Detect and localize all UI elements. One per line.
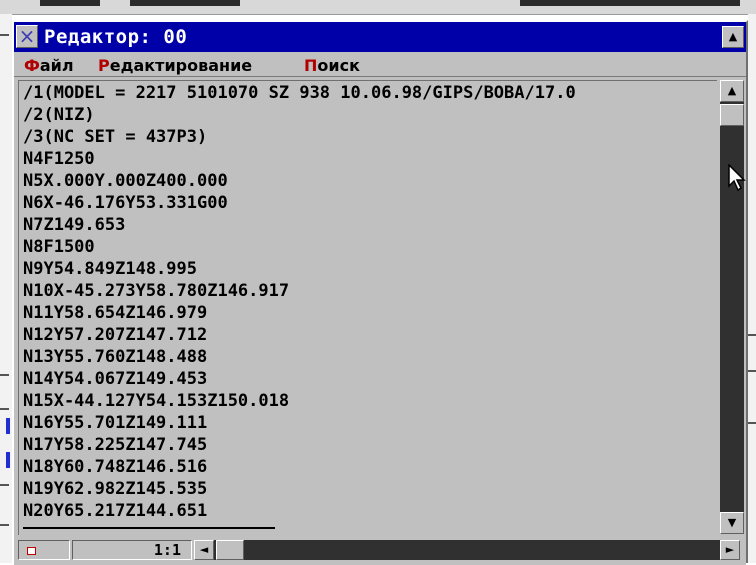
background-tick xyxy=(0,408,9,410)
code-line: N19Y62.982Z145.535 xyxy=(23,479,208,499)
background-window-strip xyxy=(0,0,756,15)
background-fragment xyxy=(520,0,740,6)
menu-edit[interactable]: Редактирование xyxy=(98,56,252,75)
mouse-pointer-icon xyxy=(728,164,746,192)
code-line: N10X-45.273Y58.780Z146.917 xyxy=(23,281,290,301)
editor-window: × Редактор: 00 ▲ Файл Редактирование Пои… xyxy=(12,20,748,565)
menu-search-hotkey: П xyxy=(304,56,318,75)
background-tick xyxy=(748,422,756,424)
menu-edit-hotkey: Р xyxy=(98,56,110,75)
code-line: /3(NC SET = 437P3) xyxy=(23,127,208,147)
scroll-up-icon[interactable]: ▲ xyxy=(720,80,744,102)
menu-bar: Файл Редактирование Поиск xyxy=(14,54,746,77)
background-tick xyxy=(748,370,756,372)
vertical-scrollbar[interactable]: ▲ ▼ xyxy=(720,80,744,534)
close-icon[interactable]: × xyxy=(16,25,38,48)
code-line: N4F1250 xyxy=(23,149,95,169)
modified-indicator xyxy=(18,540,70,560)
horizontal-scroll-thumb[interactable] xyxy=(216,540,244,560)
menu-file[interactable]: Файл xyxy=(24,56,74,75)
text-editor-area[interactable]: /1(MODEL = 2217 5101070 SZ 938 10.06.98/… xyxy=(18,80,717,535)
menu-search-label: оиск xyxy=(317,56,360,75)
scroll-down-icon[interactable]: ▼ xyxy=(720,512,744,534)
background-left-strip xyxy=(0,14,12,563)
text-cursor-underline xyxy=(23,527,275,529)
horizontal-scrollbar[interactable]: ◄ ► xyxy=(194,540,740,560)
background-blue-mark xyxy=(6,418,10,434)
code-line: N17Y58.225Z147.745 xyxy=(23,435,208,455)
maximize-up-icon[interactable]: ▲ xyxy=(722,26,744,48)
background-tick xyxy=(0,34,9,36)
code-line: N6X-46.176Y53.331G00 xyxy=(23,193,228,213)
cursor-position: 1:1 xyxy=(72,540,192,560)
code-line: N5X.000Y.000Z400.000 xyxy=(23,171,228,191)
status-bar: 1:1 ◄ ► xyxy=(14,538,746,565)
code-line: N7Z149.653 xyxy=(23,215,126,235)
background-right-strip xyxy=(748,14,756,563)
code-line: /1(MODEL = 2217 5101070 SZ 938 10.06.98/… xyxy=(23,83,576,103)
code-line: N12Y57.207Z147.712 xyxy=(23,325,208,345)
menu-search[interactable]: Поиск xyxy=(304,56,360,75)
modified-marker-icon xyxy=(27,547,36,555)
vertical-scroll-thumb[interactable] xyxy=(720,104,744,126)
background-tick xyxy=(748,334,756,336)
code-line: N18Y60.748Z146.516 xyxy=(23,457,208,477)
code-line: N16Y55.701Z149.111 xyxy=(23,413,208,433)
menu-file-label: айл xyxy=(39,56,74,75)
background-tick xyxy=(0,524,9,526)
code-line: /2(NIZ) xyxy=(23,105,95,125)
scroll-left-icon[interactable]: ◄ xyxy=(194,540,214,560)
code-line: N13Y55.760Z148.488 xyxy=(23,347,208,367)
title-bar[interactable]: × Редактор: 00 ▲ xyxy=(14,22,746,52)
scroll-right-icon[interactable]: ► xyxy=(720,540,740,560)
background-tick xyxy=(0,484,9,486)
menu-edit-label: едактирование xyxy=(109,56,253,75)
code-line: N14Y54.067Z149.453 xyxy=(23,369,208,389)
menu-file-hotkey: Ф xyxy=(24,56,40,75)
background-blue-mark xyxy=(6,452,10,468)
background-tick xyxy=(0,374,9,376)
window-title: Редактор: 00 xyxy=(44,26,188,48)
code-line: N11Y58.654Z146.979 xyxy=(23,303,208,323)
background-fragment xyxy=(40,0,100,6)
code-line: N9Y54.849Z148.995 xyxy=(23,259,197,279)
code-line: N15X-44.127Y54.153Z150.018 xyxy=(23,391,290,411)
code-line: N8F1500 xyxy=(23,237,95,257)
code-line: N20Y65.217Z144.651 xyxy=(23,501,208,521)
background-fragment xyxy=(130,0,240,6)
